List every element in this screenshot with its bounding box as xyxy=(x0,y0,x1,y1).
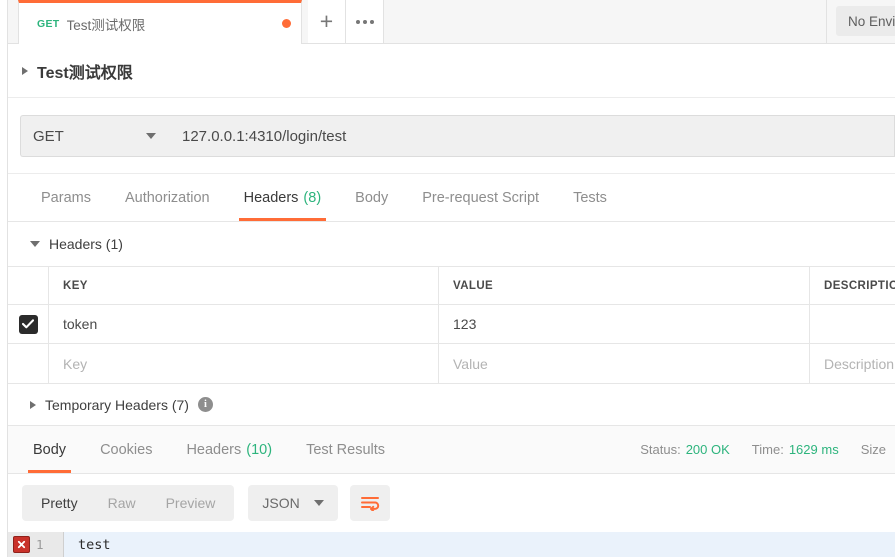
left-panel-edge xyxy=(0,0,8,557)
breadcrumb: Test测试权限 xyxy=(8,44,895,98)
request-section-tabs: Params Authorization Headers (8) Body Pr… xyxy=(8,174,895,222)
empty-row-description-placeholder: Description xyxy=(824,355,895,372)
code-line-text: test xyxy=(78,536,111,553)
url-input[interactable]: 127.0.0.1:4310/login/test xyxy=(168,115,895,157)
empty-row-value-input[interactable]: Value xyxy=(439,344,810,383)
chevron-down-icon xyxy=(313,500,324,506)
row-key-cell[interactable]: token xyxy=(49,305,439,343)
size-label: Size xyxy=(860,442,886,457)
headers-group-toggle[interactable]: Headers (1) xyxy=(8,222,895,266)
table-row: token 123 xyxy=(8,304,895,344)
header-column-key: KEY xyxy=(49,267,439,304)
response-tab-cookies[interactable]: Cookies xyxy=(83,426,169,473)
headers-group-label: Headers (1) xyxy=(49,236,123,252)
request-tab-bar: GET Test测试权限 + No Environment xyxy=(8,0,895,44)
time-value: 1629 ms xyxy=(788,442,839,457)
chevron-right-icon[interactable] xyxy=(22,66,28,75)
empty-row-checkbox-cell xyxy=(8,344,49,383)
header-column-description: DESCRIPTION xyxy=(810,267,895,304)
code-line: 1 test xyxy=(8,532,895,557)
headers-table-header: KEY VALUE DESCRIPTION xyxy=(8,266,895,304)
tab-headers-label: Headers xyxy=(243,189,299,206)
url-text: 127.0.0.1:4310/login/test xyxy=(182,127,347,145)
response-tab-cookies-label: Cookies xyxy=(100,441,153,458)
word-wrap-icon xyxy=(360,497,379,511)
tab-options-button[interactable] xyxy=(346,0,384,43)
http-method-label: GET xyxy=(33,127,64,145)
empty-row-key-placeholder: Key xyxy=(63,355,88,372)
body-viewer-controls: Pretty Raw Preview JSON xyxy=(8,474,895,532)
body-format-label: JSON xyxy=(262,495,300,511)
response-tab-body-label: Body xyxy=(33,441,67,458)
environment-label: No Environment xyxy=(848,13,895,29)
header-column-value-label: VALUE xyxy=(453,279,494,292)
new-tab-button[interactable]: + xyxy=(308,0,346,43)
chevron-down-icon xyxy=(30,241,40,247)
row-checkbox-cell xyxy=(8,305,49,343)
tab-authorization[interactable]: Authorization xyxy=(108,174,227,221)
empty-row-value-placeholder: Value xyxy=(453,355,488,372)
tab-params-label: Params xyxy=(41,189,91,206)
body-view-mode-group: Pretty Raw Preview xyxy=(22,485,235,521)
request-tab-method: GET xyxy=(37,17,60,30)
code-line-number: 1 xyxy=(36,537,44,552)
code-gutter: 1 xyxy=(8,532,64,557)
tab-authorization-label: Authorization xyxy=(124,189,210,206)
header-column-key-label: KEY xyxy=(63,279,88,292)
status-label: Status: xyxy=(640,442,681,457)
table-row-empty: Key Value Description xyxy=(8,344,895,384)
response-tab-headers-label: Headers xyxy=(186,441,242,458)
time-label: Time: xyxy=(751,442,784,457)
response-status-bar: Status: 200 OK Time: 1629 ms Size xyxy=(640,426,895,473)
row-key-value: token xyxy=(63,316,98,332)
body-mode-pretty[interactable]: Pretty xyxy=(26,485,93,521)
environment-selector[interactable]: No Environment xyxy=(836,6,895,36)
tab-headers-count: (8) xyxy=(303,189,322,206)
response-tab-body[interactable]: Body xyxy=(16,426,83,473)
tab-tests[interactable]: Tests xyxy=(556,174,624,221)
row-value-value: 123 xyxy=(453,316,477,332)
ellipsis-icon xyxy=(355,19,374,24)
tab-body-label: Body xyxy=(355,189,389,206)
header-column-description-label: DESCRIPTION xyxy=(824,279,895,292)
header-column-value: VALUE xyxy=(439,267,810,304)
response-tab-test-results-label: Test Results xyxy=(306,441,386,458)
error-icon[interactable] xyxy=(13,536,30,553)
empty-row-key-input[interactable]: Key xyxy=(49,344,439,383)
tab-pre-request-script-label: Pre-request Script xyxy=(422,189,540,206)
chevron-down-icon xyxy=(146,133,156,139)
request-tab-title: Test测试权限 xyxy=(66,17,146,33)
tab-pre-request-script[interactable]: Pre-request Script xyxy=(405,174,556,221)
page-title: Test测试权限 xyxy=(37,64,133,82)
body-mode-preview[interactable]: Preview xyxy=(151,485,231,521)
row-value-cell[interactable]: 123 xyxy=(439,305,810,343)
postman-window: GET Test测试权限 + No Environment Test测试权限 G… xyxy=(0,0,895,557)
tab-headers[interactable]: Headers (8) xyxy=(227,174,339,221)
row-checkbox[interactable] xyxy=(18,314,38,334)
plus-icon: + xyxy=(319,8,334,34)
http-method-select[interactable]: GET xyxy=(20,115,168,157)
url-bar: GET 127.0.0.1:4310/login/test xyxy=(8,98,895,174)
temporary-headers-toggle[interactable]: Temporary Headers (7) i xyxy=(8,384,895,426)
body-mode-raw[interactable]: Raw xyxy=(93,485,151,521)
tab-body[interactable]: Body xyxy=(338,174,405,221)
response-tab-headers[interactable]: Headers (10) xyxy=(169,426,289,473)
word-wrap-button[interactable] xyxy=(349,485,390,521)
body-format-select[interactable]: JSON xyxy=(248,485,338,521)
response-tab-headers-count: (10) xyxy=(246,441,273,458)
empty-row-description-input[interactable]: Description xyxy=(810,344,895,383)
info-icon[interactable]: i xyxy=(197,397,213,412)
chevron-right-icon xyxy=(30,400,36,409)
header-column-select xyxy=(8,267,49,304)
response-tab-test-results[interactable]: Test Results xyxy=(289,426,402,473)
status-badge: 200 OK xyxy=(685,442,730,457)
tab-params[interactable]: Params xyxy=(24,174,108,221)
tab-tests-label: Tests xyxy=(573,189,607,206)
temporary-headers-label: Temporary Headers (7) xyxy=(45,396,189,413)
unsaved-changes-dot xyxy=(282,19,291,28)
tabbar-divider xyxy=(826,0,827,43)
response-body-code[interactable]: 1 test xyxy=(8,532,895,557)
request-tab-test[interactable]: GET Test测试权限 xyxy=(18,0,302,44)
row-description-cell[interactable] xyxy=(810,305,895,343)
